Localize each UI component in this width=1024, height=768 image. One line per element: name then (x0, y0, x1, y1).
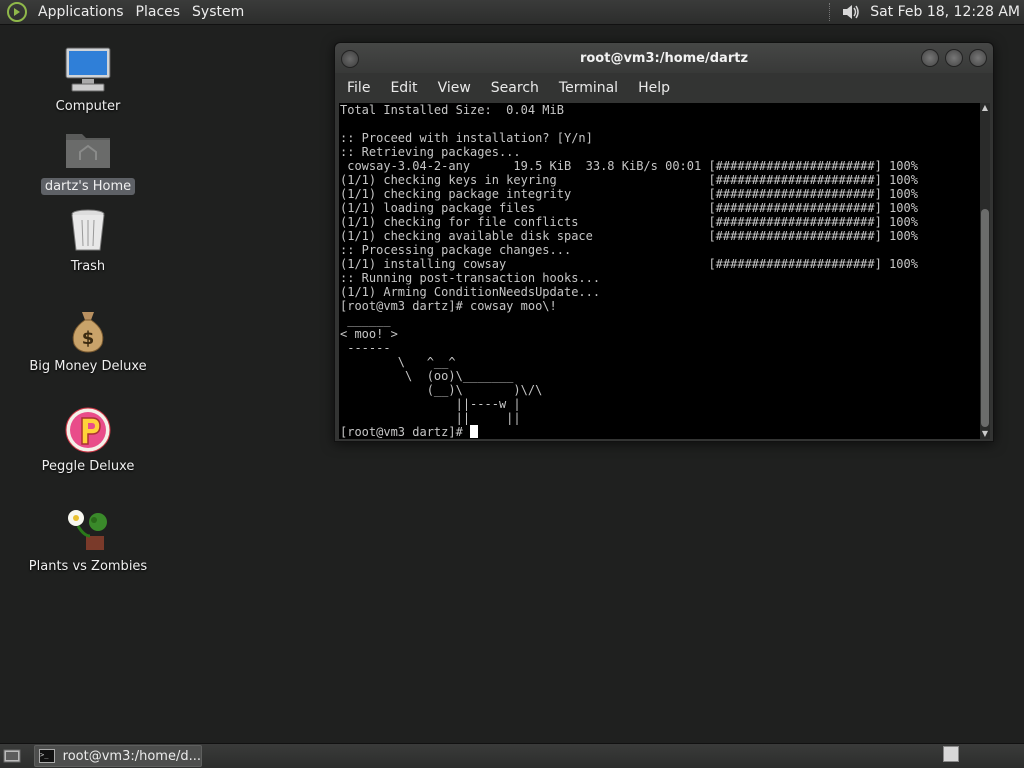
system-menu[interactable]: System (186, 4, 250, 20)
distro-logo-icon[interactable] (6, 1, 28, 23)
desktop-icon-label: dartz's Home (40, 178, 136, 195)
terminal-line: :: Processing package changes... (340, 243, 572, 257)
desktop-icon-big-money[interactable]: $ Big Money Deluxe (18, 306, 158, 375)
plants-icon (68, 510, 107, 550)
panel-tray: Sat Feb 18, 12:28 AM (829, 0, 1024, 25)
desktop-icon-trash[interactable]: Trash (18, 206, 158, 275)
desktop-icon-label: Big Money Deluxe (29, 359, 147, 374)
desktop-icon-label: Computer (55, 99, 121, 114)
window-menu-button[interactable] (341, 50, 359, 68)
volume-icon[interactable] (840, 1, 862, 23)
maximize-button[interactable] (945, 49, 963, 67)
terminal-prompt: [root@vm3 dartz]# (340, 425, 471, 439)
terminal-window[interactable]: root@vm3:/home/dartz File Edit View Sear… (334, 42, 994, 442)
menu-terminal[interactable]: Terminal (551, 80, 626, 96)
menu-view[interactable]: View (430, 80, 479, 96)
places-menu[interactable]: Places (130, 4, 187, 20)
terminal-line: (1/1) installing cowsay [###############… (340, 257, 918, 271)
terminal-line: \ ^__^ (340, 355, 456, 369)
window-titlebar[interactable]: root@vm3:/home/dartz (335, 43, 993, 73)
clock[interactable]: Sat Feb 18, 12:28 AM (870, 4, 1020, 20)
terminal-line: :: Retrieving packages... (340, 145, 521, 159)
taskbar-terminal-button[interactable]: >_ root@vm3:/home/d... (34, 745, 202, 767)
menu-help[interactable]: Help (630, 80, 678, 96)
menu-file[interactable]: File (339, 80, 378, 96)
terminal-text: Total Installed Size: 0.04 MiB :: Procee… (339, 103, 981, 439)
terminal-line: :: Running post-transaction hooks... (340, 271, 601, 285)
bottom-panel: >_ root@vm3:/home/d... (0, 743, 1024, 768)
terminal-output[interactable]: Total Installed Size: 0.04 MiB :: Procee… (339, 103, 981, 439)
terminal-cursor (470, 425, 479, 438)
terminal-line: (1/1) checking for file conflicts [#####… (340, 215, 918, 229)
terminal-line: cowsay-3.04-2-any 19.5 KiB 33.8 KiB/s 00… (340, 159, 918, 173)
terminal-line: [root@vm3 dartz]# cowsay moo\! (340, 299, 557, 313)
workspace-switcher[interactable] (943, 746, 959, 762)
desktop-icon-label: Peggle Deluxe (41, 459, 135, 474)
desktop-icon-home[interactable]: dartz's Home (18, 126, 158, 195)
menu-search[interactable]: Search (483, 80, 547, 96)
terminal-line: (1/1) loading package files [###########… (340, 201, 918, 215)
terminal-scrollbar[interactable]: ▲ ▼ (980, 103, 990, 439)
computer-icon (65, 47, 111, 92)
home-folder-icon (66, 134, 110, 168)
desktop-icon-label: Trash (70, 259, 106, 274)
scroll-down-arrow-icon[interactable]: ▼ (980, 429, 990, 439)
peggle-icon (65, 407, 111, 453)
top-panel: Applications Places System Sat Feb 18, 1… (0, 0, 1024, 25)
window-controls (921, 49, 987, 67)
terminal-line: < moo! > (340, 327, 398, 341)
taskbar-label: root@vm3:/home/d... (62, 748, 201, 764)
terminal-line: ______ (340, 313, 391, 327)
terminal-line: Total Installed Size: 0.04 MiB (340, 103, 564, 117)
terminal-icon: >_ (39, 749, 55, 763)
panel-separator (829, 3, 832, 21)
desktop-icon-computer[interactable]: Computer (18, 46, 158, 115)
desktop-icon-peggle[interactable]: Peggle Deluxe (18, 406, 158, 475)
scrollbar-thumb[interactable] (981, 209, 989, 427)
terminal-line: (__)\ )\/\ (340, 383, 543, 397)
desktop-icon-label: Plants vs Zombies (28, 559, 148, 574)
terminal-line: ||----w | (340, 397, 521, 411)
terminal-line: (1/1) Arming ConditionNeedsUpdate... (340, 285, 601, 299)
window-title: root@vm3:/home/dartz (579, 50, 749, 66)
terminal-line: (1/1) checking keys in keyring [########… (340, 173, 918, 187)
applications-menu[interactable]: Applications (32, 4, 130, 20)
terminal-line: (1/1) checking package integrity [######… (340, 187, 918, 201)
terminal-line: ------ (340, 341, 391, 355)
scroll-up-arrow-icon[interactable]: ▲ (980, 103, 990, 113)
menu-edit[interactable]: Edit (382, 80, 425, 96)
terminal-line: \ (oo)\_______ (340, 369, 514, 383)
desktop-icon-plants-vs-zombies[interactable]: Plants vs Zombies (18, 506, 158, 575)
trash-icon (71, 209, 105, 251)
close-button[interactable] (969, 49, 987, 67)
minimize-button[interactable] (921, 49, 939, 67)
show-desktop-icon[interactable] (3, 748, 21, 764)
terminal-line: (1/1) checking available disk space [###… (340, 229, 918, 243)
terminal-line: :: Proceed with installation? [Y/n] (340, 131, 593, 145)
terminal-menubar: File Edit View Search Terminal Help (335, 73, 993, 103)
money-bag-icon: $ (72, 312, 104, 353)
svg-text:$: $ (82, 328, 95, 349)
terminal-line: || || (340, 411, 521, 425)
